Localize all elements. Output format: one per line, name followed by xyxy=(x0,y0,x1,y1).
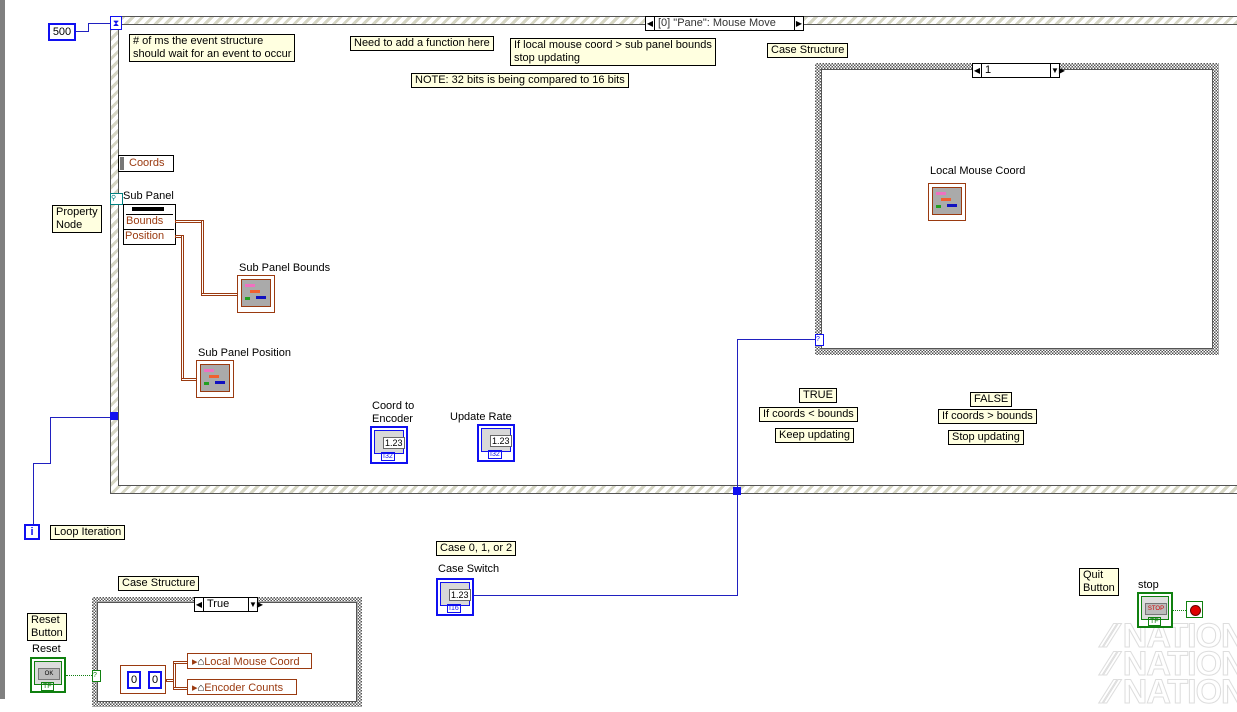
bool-wire xyxy=(66,675,92,676)
local-name: Local Mouse Coord xyxy=(204,656,300,668)
update-rate-label: Update Rate xyxy=(450,411,512,423)
type-label: TF xyxy=(41,682,54,691)
case-selector[interactable]: ◀ 1 ▼▶ xyxy=(972,63,1065,78)
local-mouse-coord-label: Local Mouse Coord xyxy=(930,165,1026,177)
type-label: TF xyxy=(1148,617,1161,626)
comment-case-structure: Case Structure xyxy=(767,43,849,58)
comment-loop-iteration: Loop Iteration xyxy=(50,525,126,540)
property-node-label: Sub Panel xyxy=(123,190,174,202)
comment-timeout: # of ms the event structure should wait … xyxy=(129,34,296,62)
comment-if-greater: If coords > bounds xyxy=(938,409,1037,424)
comment-reset-button: Reset Button xyxy=(27,613,67,641)
comment-stop-updating: Stop updating xyxy=(948,430,1024,445)
wire xyxy=(50,417,51,464)
num-value: 1.23 xyxy=(490,435,512,447)
coord-to-encoder-indicator[interactable]: 1.23 I32 xyxy=(370,426,408,464)
coords-event-data: Coords xyxy=(118,155,174,172)
stop-button[interactable]: STOP TF xyxy=(1137,592,1173,628)
comment-property-node: Property Node xyxy=(52,205,102,233)
type-label: I32 xyxy=(488,450,502,459)
property-node[interactable]: Bounds Position xyxy=(123,204,176,245)
wire xyxy=(173,661,176,690)
cluster-value[interactable]: 0 xyxy=(148,671,162,689)
property-node-header xyxy=(132,207,164,211)
comment-true: TRUE xyxy=(799,388,837,403)
comment-need-function: Need to add a function here xyxy=(350,36,494,51)
wire xyxy=(88,23,110,24)
wire xyxy=(88,23,89,32)
case-switch-label: Case Switch xyxy=(438,563,500,575)
event-tunnel xyxy=(733,487,741,495)
sub-panel-bounds-indicator[interactable] xyxy=(237,275,275,313)
local-name: Encoder Counts xyxy=(204,682,284,694)
ni-watermark: ⁄⁄ NATIONA xyxy=(1104,673,1237,712)
local-mouse-coord-indicator[interactable] xyxy=(928,183,966,221)
bool-wire xyxy=(1173,610,1186,611)
loop-tunnel xyxy=(110,412,118,420)
sub-panel-position-indicator[interactable] xyxy=(196,360,234,398)
window-edge xyxy=(0,0,5,699)
num-value: 1.23 xyxy=(449,589,471,601)
cluster-constant[interactable]: 0 0 xyxy=(120,665,166,694)
loop-iteration-terminal[interactable]: i xyxy=(24,524,40,540)
wire-bounds xyxy=(175,220,204,223)
wire-bounds xyxy=(201,293,240,296)
sub-panel-bounds-label: Sub Panel Bounds xyxy=(239,262,331,274)
comment-if-less: If coords < bounds xyxy=(759,407,858,422)
event-selector-label: [0] "Pane": Mouse Move xyxy=(654,17,795,30)
case-selector-value: True xyxy=(203,598,249,611)
comment-quit-button: Quit Button xyxy=(1079,568,1119,596)
local-variable-local-mouse-coord[interactable]: ▸⌂Local Mouse Coord xyxy=(187,653,312,669)
timeout-terminal[interactable]: ⧗ xyxy=(110,16,122,30)
case-switch-control[interactable]: 1.23 I16 xyxy=(436,578,474,616)
cluster-value[interactable]: 0 xyxy=(127,671,141,689)
wire xyxy=(473,595,738,596)
button-face: STOP xyxy=(1145,603,1167,615)
case-selector-terminal[interactable]: ? xyxy=(92,670,101,682)
event-selector[interactable]: ◀ [0] "Pane": Mouse Move ▶ xyxy=(645,16,804,31)
num-value: 1.23 xyxy=(383,437,405,449)
wire-position xyxy=(181,235,184,381)
timeout-constant[interactable]: 500 xyxy=(48,23,76,41)
comment-bits: NOTE: 32 bits is being compared to 16 bi… xyxy=(411,73,629,88)
unbundle-bar xyxy=(120,157,124,170)
case-structure-interior xyxy=(821,69,1213,349)
sub-panel-reference-terminal[interactable]: ⚲ xyxy=(110,193,123,205)
property-bounds[interactable]: Bounds xyxy=(126,214,173,228)
sub-panel-position-label: Sub Panel Position xyxy=(198,347,291,359)
comment-if-local: If local mouse coord > sub panel bounds … xyxy=(510,38,716,66)
button-face: OK xyxy=(38,668,60,680)
comment-case-012: Case 0, 1, or 2 xyxy=(436,541,517,556)
wire-bounds xyxy=(201,220,204,296)
update-rate-indicator[interactable]: 1.23 I32 xyxy=(477,424,515,462)
stop-circle-icon xyxy=(1190,605,1201,616)
stop-label: stop xyxy=(1138,579,1159,591)
loop-stop-terminal[interactable] xyxy=(1186,601,1203,618)
wire xyxy=(737,339,738,595)
wire xyxy=(33,463,51,464)
reset-label: Reset xyxy=(32,643,61,655)
coord-to-encoder-label: Coord to Encoder xyxy=(372,400,415,425)
comment-case-structure-bottom: Case Structure xyxy=(118,576,200,591)
coords-label: Coords xyxy=(129,157,165,169)
comment-keep: Keep updating xyxy=(775,428,854,443)
case-selector-terminal[interactable]: ? xyxy=(815,334,824,346)
case-selector-bottom[interactable]: ◀ True ▼▶ xyxy=(194,597,263,612)
property-position[interactable]: Position xyxy=(124,229,174,243)
wire xyxy=(33,463,34,524)
local-variable-encoder-counts[interactable]: ▸⌂Encoder Counts xyxy=(187,679,297,695)
wire xyxy=(738,339,816,340)
type-label: I16 xyxy=(447,604,461,613)
wire xyxy=(50,417,110,418)
comment-false: FALSE xyxy=(970,392,1013,407)
case-selector-value: 1 xyxy=(981,64,1051,77)
type-label: I32 xyxy=(381,452,395,461)
reset-button[interactable]: OK TF xyxy=(30,657,66,693)
